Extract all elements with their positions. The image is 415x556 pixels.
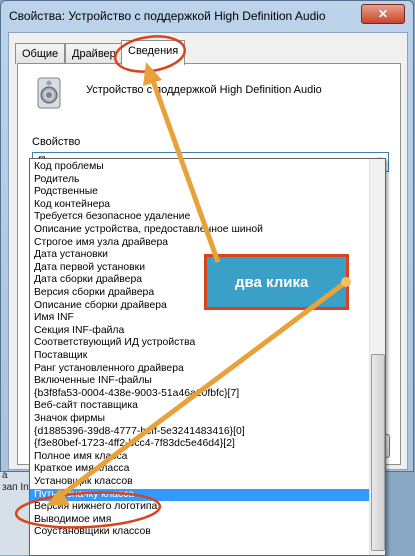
window-title: Свойства: Устройство с поддержкой High D… (9, 9, 326, 23)
annotation-label: два клика (235, 274, 309, 291)
dropdown-option[interactable]: {f3e80bef-1723-4ff2-bcc4-7f83dc5e46d4}[2… (30, 438, 373, 451)
dropdown-option[interactable]: Путь к значку класса (30, 488, 373, 502)
tab-label: Драйвер (72, 48, 116, 60)
tab-details[interactable]: Сведения (121, 40, 186, 65)
dropdown-option[interactable]: Имя INF (30, 312, 373, 325)
dropdown-option[interactable]: Включенные INF-файлы (30, 375, 373, 388)
dropdown-option[interactable]: Код проблемы (30, 161, 373, 174)
close-icon: ✕ (377, 7, 389, 21)
dropdown-option[interactable]: Значок фирмы (30, 413, 373, 426)
dropdown-option[interactable]: Описание устройства, предоставленное шин… (30, 224, 373, 237)
dropdown-option[interactable]: Родитель (30, 174, 373, 187)
device-name: Устройство с поддержкой High Definition … (86, 84, 322, 96)
background-window: а зап Inf (0, 468, 32, 555)
dropdown-scrollbar[interactable] (369, 159, 385, 555)
close-button[interactable]: ✕ (361, 4, 405, 24)
dropdown-option[interactable]: Краткое имя класса (30, 463, 373, 476)
dropdown-option[interactable]: Веб-сайт поставщика (30, 400, 373, 413)
tab-general[interactable]: Общие (15, 43, 66, 64)
annotation-badge: два клика (204, 254, 349, 310)
dropdown-option[interactable]: Выводимое имя (30, 514, 373, 527)
background-text: зап Inf (2, 482, 32, 493)
dropdown-option[interactable]: Полное имя класса (30, 451, 373, 464)
dropdown-option[interactable]: Код контейнера (30, 199, 373, 212)
dropdown-option[interactable]: Родственные (30, 186, 373, 199)
tab-driver[interactable]: Драйвер (65, 43, 123, 64)
dropdown-option[interactable]: Установщик классов (30, 476, 373, 489)
tab-label: Сведения (128, 45, 179, 57)
dropdown-option[interactable]: Соответствующий ИД устройства (30, 337, 373, 350)
dropdown-option[interactable]: Требуется безопасное удаление (30, 211, 373, 224)
dropdown-option[interactable]: Поставщик (30, 350, 373, 363)
dropdown-option[interactable]: Ранг установленного драйвера (30, 363, 373, 376)
dropdown-option[interactable]: Секция INF-файла (30, 325, 373, 338)
title-bar[interactable]: Свойства: Устройство с поддержкой High D… (1, 1, 413, 31)
property-label: Свойство (32, 136, 81, 148)
dropdown-option[interactable]: Соустановщики классов (30, 526, 373, 539)
property-dropdown-list[interactable]: Соустановщики классов Выводимое имя Версия… (29, 158, 386, 556)
tab-label: Общие (22, 48, 59, 60)
speaker-icon (37, 77, 61, 109)
dropdown-option[interactable]: {d1885396-39d8-4777-bcff-5e3241483416}[0… (30, 426, 373, 439)
dropdown-option[interactable]: Строгое имя узла драйвера (30, 237, 373, 250)
dropdown-option[interactable]: Версия нижнего логотипа (30, 501, 373, 514)
scrollbar-thumb[interactable] (371, 354, 385, 551)
dropdown-option[interactable]: {b3f8fa53-0004-438e-9003-51a46a10fbfc}[7… (30, 388, 373, 401)
